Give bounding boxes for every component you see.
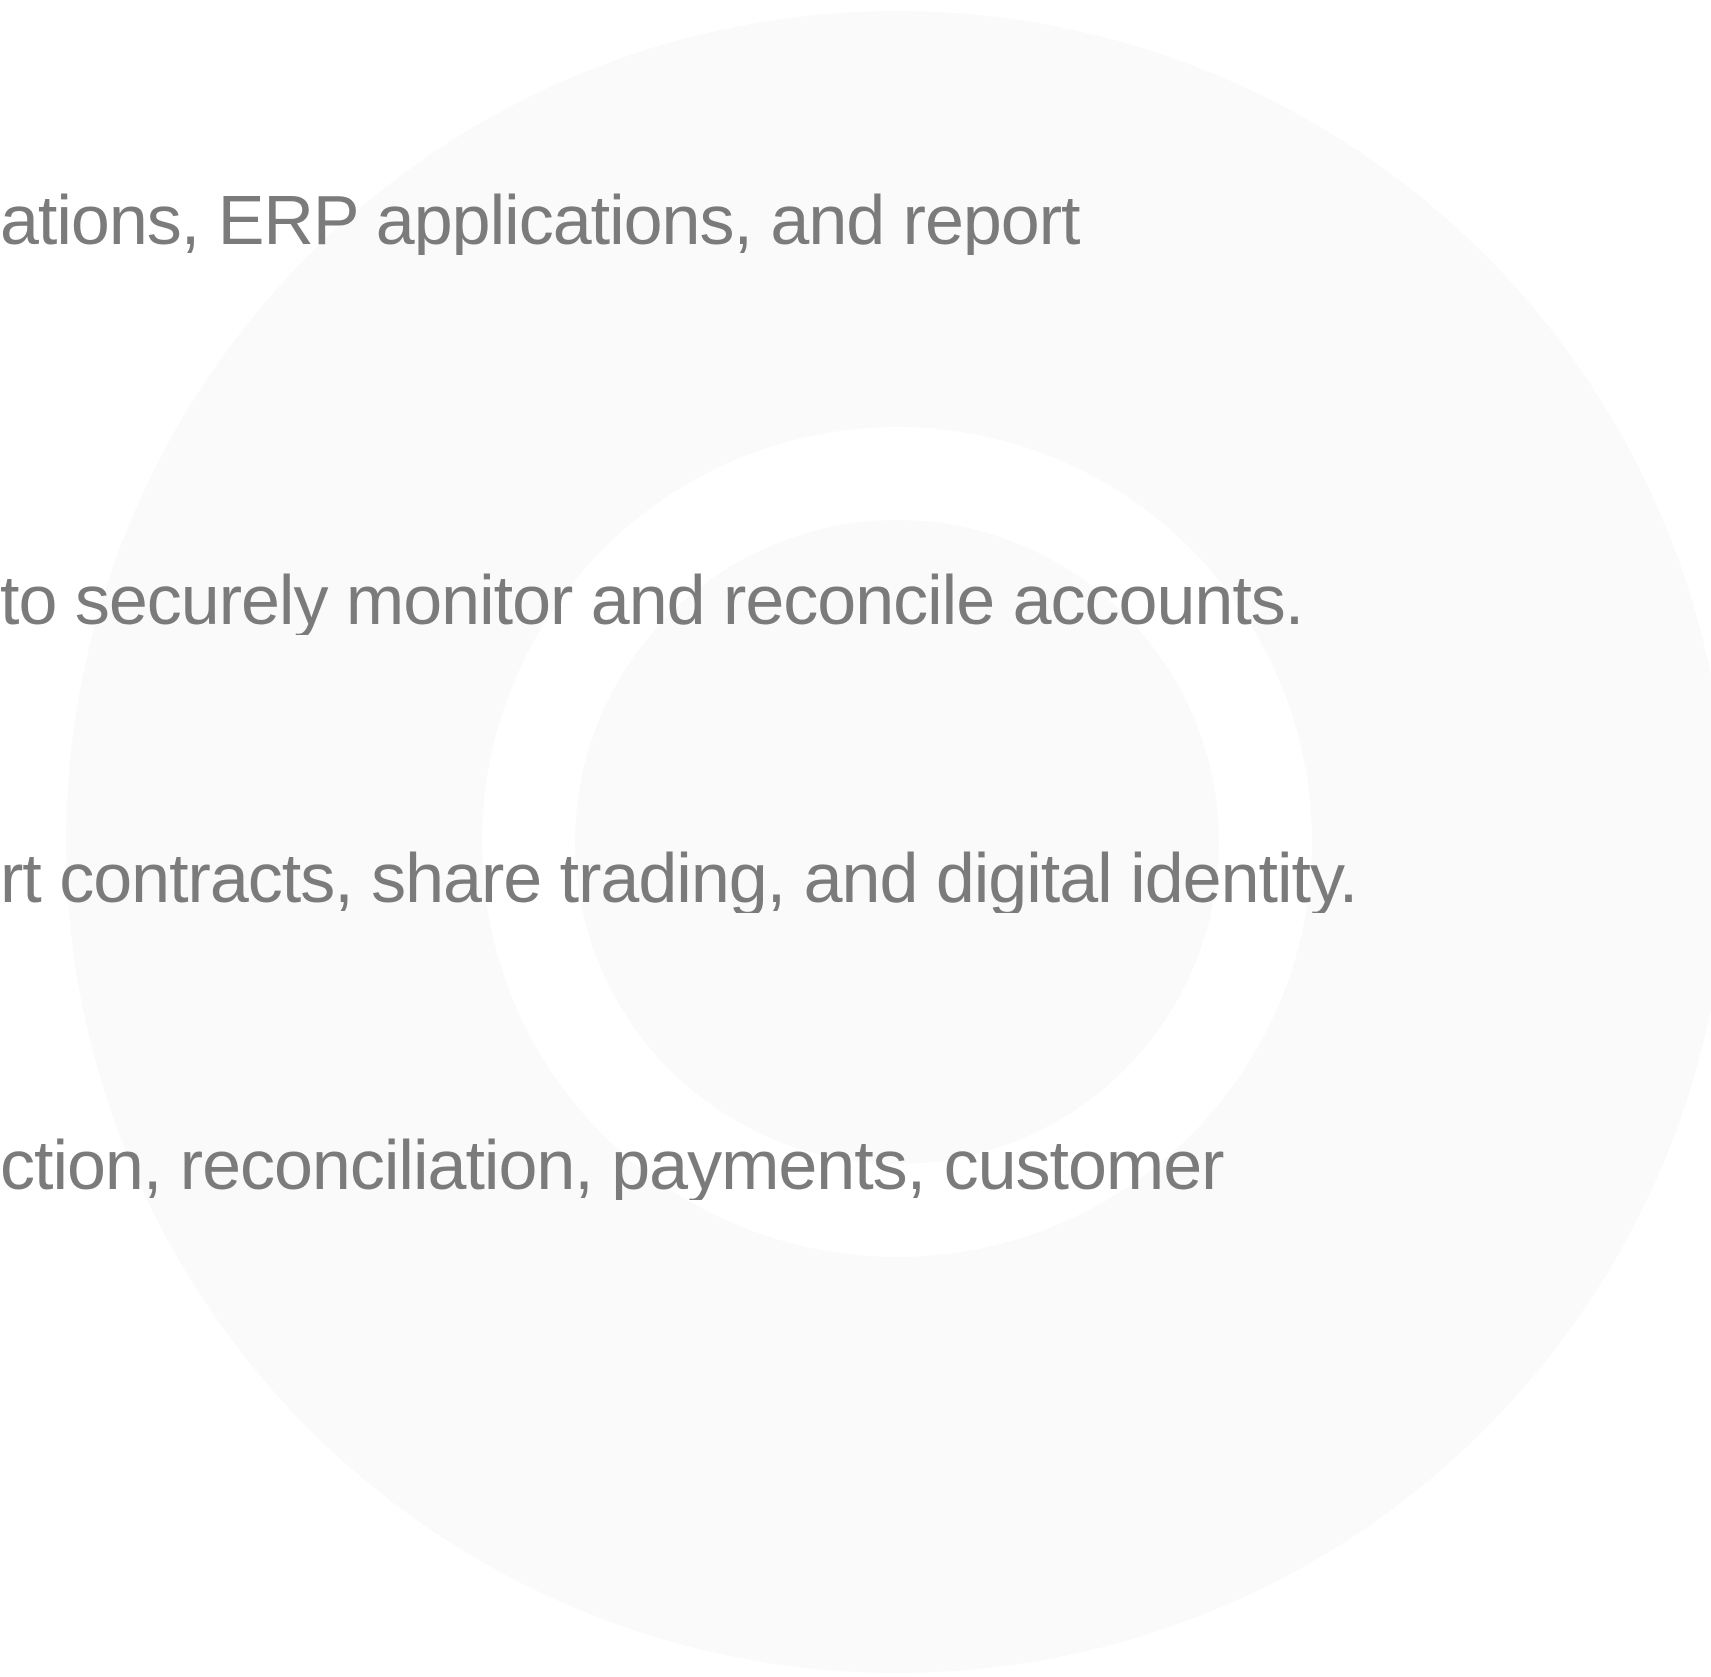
text-line-digital-identity: rt contracts, share trading, and digital… — [0, 843, 1358, 913]
text-line-erp-applications: ations, ERP applications, and report — [0, 185, 1081, 255]
text-line-reconcile-accounts: to securely monitor and reconcile accoun… — [0, 565, 1304, 635]
text-line-payments-customer: ction, reconciliation, payments, custome… — [0, 1130, 1224, 1200]
